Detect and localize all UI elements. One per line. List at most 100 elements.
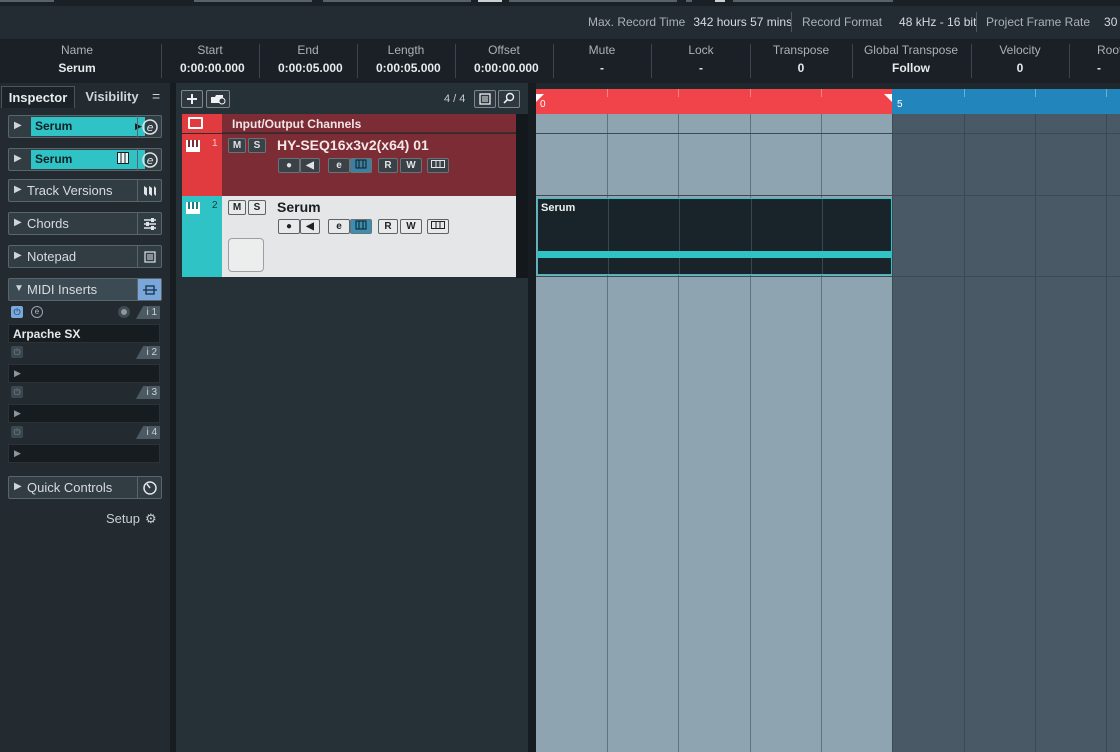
mute-button[interactable]: M <box>228 200 246 215</box>
folder-track-input-output[interactable]: Input/Output Channels <box>182 114 528 133</box>
midi-insert-slot-2[interactable]: ⏻ i 2 ▶ <box>8 346 160 383</box>
expression-map-button[interactable] <box>427 219 449 234</box>
setup-label: Setup <box>106 511 140 526</box>
expand-triangle-icon[interactable]: ▶ <box>14 250 22 261</box>
solo-button[interactable]: S <box>248 200 266 215</box>
insert-plugin-field[interactable]: ▶ <box>8 444 160 463</box>
tracklist-project-divider[interactable] <box>528 83 536 752</box>
mute-button[interactable]: M <box>228 138 246 153</box>
track-row[interactable]: 2 M S Serum ● ◀ e R W <box>182 196 516 277</box>
track-lane-divider <box>536 195 1120 196</box>
solo-button[interactable]: S <box>248 138 266 153</box>
max-record-time[interactable]: Max. Record Time 342 hours 57 mins <box>588 15 792 29</box>
edit-instrument-icon[interactable]: e <box>137 149 161 170</box>
inspector-chords[interactable]: ▶ Chords <box>8 212 162 235</box>
insert-plugin-field[interactable]: ▶ <box>8 364 160 383</box>
track-name[interactable]: Serum <box>277 199 321 215</box>
track-row[interactable]: 1 M S HY-SEQ16x3v2(x64) 01 ● ◀ e R W <box>182 134 516 196</box>
insert-power-icon[interactable]: ⏻ <box>11 426 23 438</box>
midi-insert-slot-4[interactable]: ⏻ i 4 ▶ <box>8 426 160 463</box>
ruler[interactable]: 0 5 <box>536 83 1120 114</box>
track-picture-slot[interactable] <box>228 238 264 272</box>
insert-plugin-field[interactable]: ▶ <box>8 404 160 423</box>
instrument-track-icon <box>186 139 200 152</box>
setup-button[interactable]: Setup ⚙ <box>106 511 157 527</box>
svg-text:e: e <box>146 154 153 167</box>
inspector-notepad[interactable]: ▶ Notepad <box>8 245 162 268</box>
write-automation-button[interactable]: W <box>400 219 422 234</box>
track-visibility-button[interactable] <box>474 90 496 108</box>
event-display[interactable]: Serum <box>536 114 1120 752</box>
info-lock[interactable]: Lock - <box>671 39 731 83</box>
collapse-triangle-icon[interactable]: ▼ <box>14 283 24 294</box>
insert-power-icon[interactable]: ⏻ <box>11 306 23 318</box>
record-format[interactable]: Record Format 48 kHz - 16 bit <box>802 15 976 29</box>
read-automation-button[interactable]: R <box>378 219 398 234</box>
record-enable-button[interactable]: ● <box>278 219 300 234</box>
info-end[interactable]: End 0:00:05.000 <box>278 39 343 83</box>
expand-triangle-icon[interactable]: ▶ <box>14 481 22 492</box>
info-header: Start <box>197 43 223 57</box>
inspector-track-versions[interactable]: ▶ Track Versions <box>8 179 162 202</box>
info-velocity[interactable]: Velocity 0 <box>990 39 1050 83</box>
insert-expand-arrow-icon[interactable]: ▶ <box>14 448 21 459</box>
info-global-transpose[interactable]: Global Transpose Follow <box>862 39 960 83</box>
track-versions-icon[interactable] <box>137 180 161 201</box>
inspector-quick-controls[interactable]: ▶ Quick Controls <box>8 476 162 499</box>
edit-instrument-button[interactable]: e <box>328 219 350 234</box>
monitor-button[interactable]: ◀ <box>300 219 320 234</box>
info-root[interactable]: Root - <box>1086 39 1120 83</box>
insert-power-icon[interactable]: ⏻ <box>11 346 23 358</box>
expand-triangle-icon[interactable]: ▶ <box>14 120 22 131</box>
info-length[interactable]: Length 0:00:05.000 <box>376 39 441 83</box>
notepad-icon[interactable] <box>137 246 161 267</box>
inspector-menu-icon[interactable]: = <box>152 88 160 104</box>
keyboard-icon[interactable] <box>117 152 129 167</box>
expand-triangle-icon[interactable]: ▶ <box>14 217 22 228</box>
edit-channel-icon[interactable]: e <box>137 116 161 137</box>
insert-expand-arrow-icon[interactable]: ▶ <box>14 408 21 419</box>
write-automation-button[interactable]: W <box>400 158 422 173</box>
tab-inspector[interactable]: Inspector <box>1 86 75 108</box>
inspector-track-section[interactable]: ▶ Serum ▶ e <box>8 115 162 138</box>
folder-track-name: Input/Output Channels <box>232 117 362 131</box>
instrument-keyboard-button[interactable] <box>350 219 372 234</box>
tab-visibility[interactable]: Visibility <box>78 86 146 108</box>
instrument-keyboard-button[interactable] <box>350 158 372 173</box>
record-enable-button[interactable]: ● <box>278 158 300 173</box>
right-locator-marker[interactable] <box>884 89 892 107</box>
expand-triangle-icon[interactable]: ▶ <box>14 153 22 164</box>
midi-insert-slot-1[interactable]: ⏻ e i 1 Arpache SX <box>8 306 160 343</box>
expression-map-button[interactable] <box>427 158 449 173</box>
track-name[interactable]: HY-SEQ16x3v2(x64) 01 <box>277 137 429 153</box>
insert-expand-arrow-icon[interactable]: ▶ <box>14 368 21 379</box>
read-automation-button[interactable]: R <box>378 158 398 173</box>
chords-sliders-icon[interactable] <box>137 213 161 234</box>
info-mute[interactable]: Mute - <box>572 39 632 83</box>
midi-inserts-bypass-icon[interactable] <box>137 279 161 300</box>
add-track-button[interactable] <box>181 90 203 108</box>
midi-part-serum[interactable]: Serum <box>537 198 892 275</box>
info-offset[interactable]: Offset 0:00:00.000 <box>474 39 539 83</box>
insert-power-icon[interactable]: ⏻ <box>11 386 23 398</box>
info-name[interactable]: Name Serum <box>37 39 117 83</box>
midi-insert-slot-3[interactable]: ⏻ i 3 ▶ <box>8 386 160 423</box>
expand-triangle-icon[interactable]: ▶ <box>14 184 22 195</box>
inspector-midi-inserts[interactable]: ▼ MIDI Inserts <box>8 278 162 301</box>
cycle-range[interactable] <box>536 89 892 114</box>
track-presets-button[interactable] <box>206 90 230 108</box>
chords-label: Chords <box>27 216 69 231</box>
info-divider <box>852 44 853 78</box>
info-transpose[interactable]: Transpose 0 <box>766 39 836 83</box>
monitor-button[interactable]: ◀ <box>300 158 320 173</box>
folder-icon[interactable] <box>188 117 203 129</box>
insert-record-icon[interactable] <box>118 306 130 318</box>
edit-instrument-button[interactable]: e <box>328 158 350 173</box>
project-frame-rate[interactable]: Project Frame Rate 30 fp <box>986 15 1120 29</box>
search-button[interactable] <box>498 90 520 108</box>
inspector-instrument-section[interactable]: ▶ Serum e <box>8 148 162 171</box>
info-start[interactable]: Start 0:00:00.000 <box>180 39 245 83</box>
insert-plugin-field[interactable]: Arpache SX <box>8 324 160 343</box>
quick-controls-knob-icon[interactable] <box>137 477 161 498</box>
insert-edit-icon[interactable]: e <box>31 306 43 318</box>
